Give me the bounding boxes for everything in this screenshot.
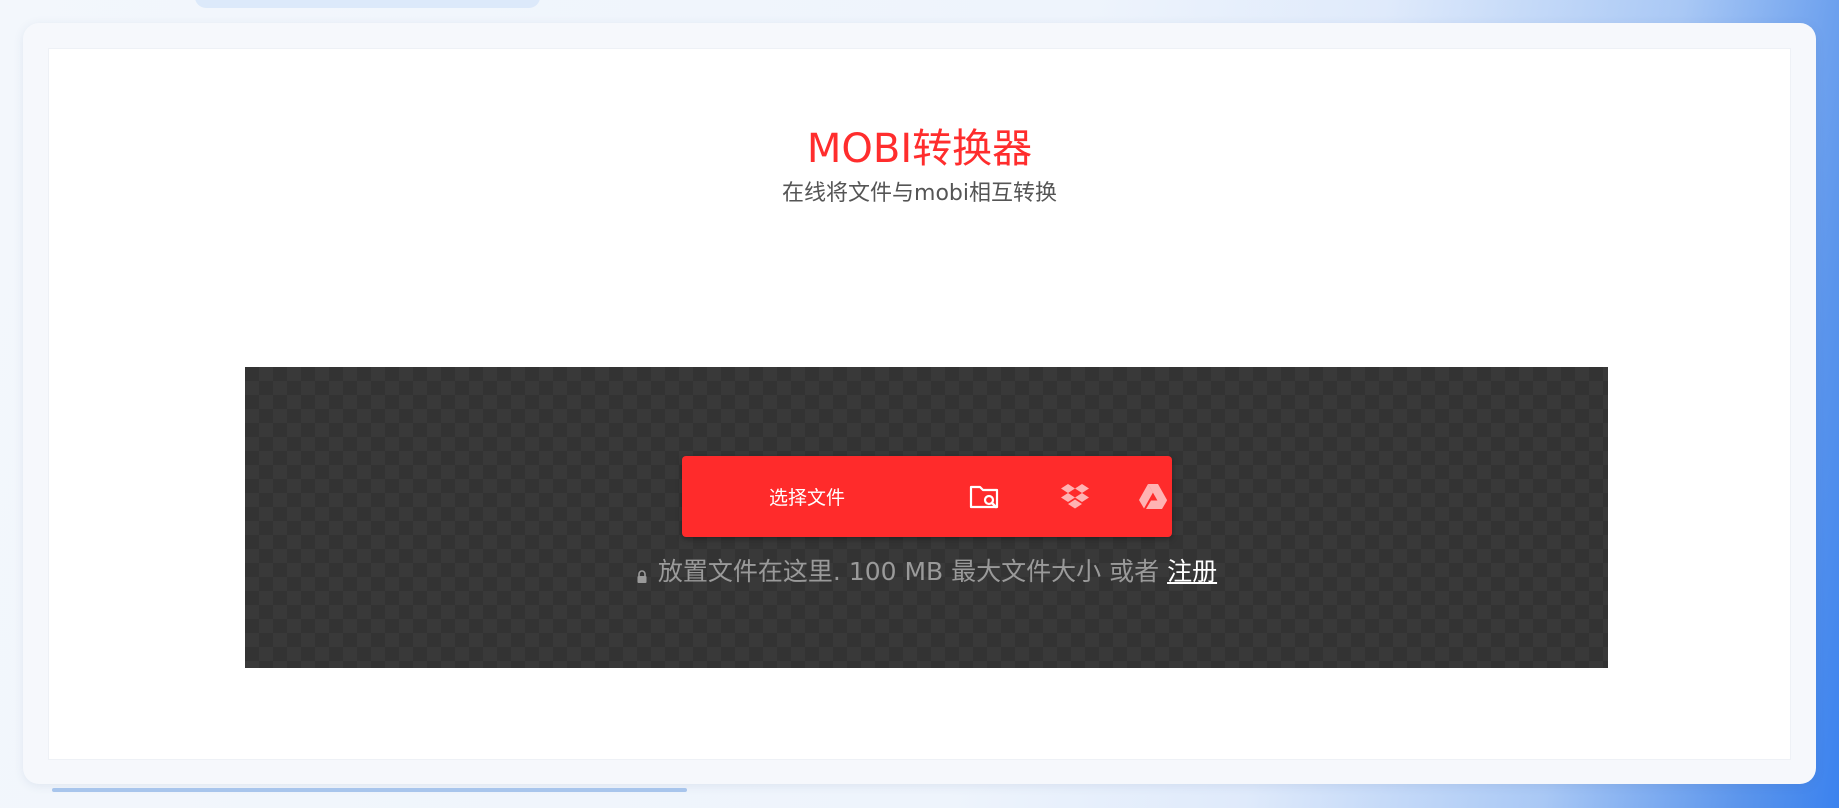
dropbox-icon[interactable] <box>1055 476 1095 516</box>
bottom-scroll-indicator <box>52 788 687 792</box>
page-title: MOBI转换器 <box>806 126 1033 172</box>
converter-panel: MOBI转换器 在线将文件与mobi相互转换 选择文件 放置文件在这里. 100… <box>48 48 1791 760</box>
page-subtitle: 在线将文件与mobi相互转换 <box>782 181 1057 206</box>
converter-card: MOBI转换器 在线将文件与mobi相互转换 选择文件 放置文件在这里. 100… <box>23 23 1816 784</box>
folder-search-icon[interactable] <box>964 476 1004 516</box>
drop-hint-text: 放置文件在这里. 100 MB 最大文件大小 或者 <box>657 557 1160 586</box>
lock-icon <box>636 558 648 594</box>
upload-button-group: 选择文件 <box>682 456 1172 537</box>
choose-file-button[interactable]: 选择文件 <box>682 456 932 537</box>
file-drop-zone[interactable]: 选择文件 放置文件在这里. 100 MB 最大文件大小 或者 注册 <box>245 367 1608 668</box>
drop-hint: 放置文件在这里. 100 MB 最大文件大小 或者 注册 <box>245 554 1608 594</box>
signup-link[interactable]: 注册 <box>1167 557 1217 586</box>
top-nav-pill <box>195 0 540 8</box>
google-drive-icon[interactable] <box>1133 476 1173 516</box>
